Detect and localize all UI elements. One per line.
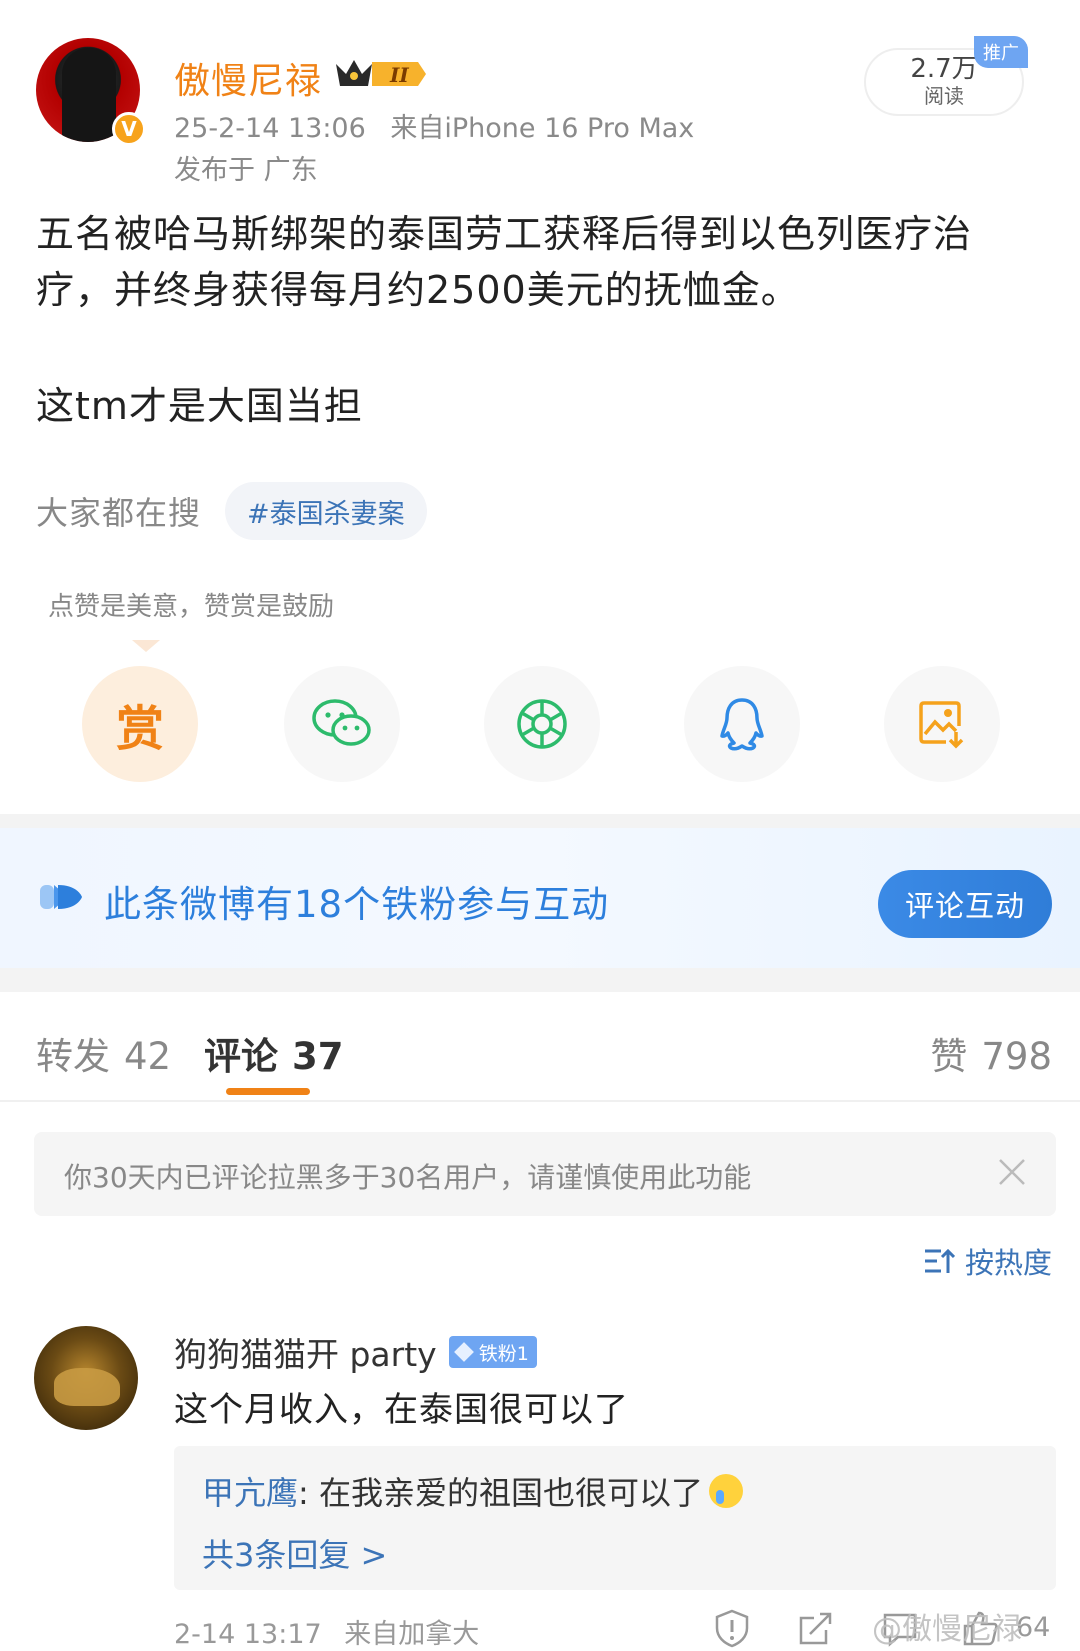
verified-badge-icon: V xyxy=(112,112,146,146)
reads-label: 阅读 xyxy=(924,84,964,108)
tab-comments[interactable]: 评论 37 xyxy=(204,1026,344,1080)
post-text: 五名被哈马斯绑架的泰国劳工获释后得到以色列医疗治疗，并终身获得每月约2500美元… xyxy=(36,212,973,312)
reward-note: 点赞是美意，赞赏是鼓励 xyxy=(48,592,335,622)
active-tab-indicator xyxy=(226,1088,310,1095)
reply-line: 甲亢鹰: 在我亲爱的祖国也很可以了 xyxy=(202,1468,743,1514)
commenter-name[interactable]: 狗狗猫猫开 party xyxy=(174,1328,437,1376)
crying-emoji-icon xyxy=(708,1474,743,1508)
comment-interact-button[interactable]: 评论互动 xyxy=(878,870,1052,938)
commenter-avatar[interactable] xyxy=(34,1326,138,1430)
comment-time: 2-14 13:17 xyxy=(174,1619,322,1650)
notice-text: 你30天内已评论拉黑多于30名用户，请谨慎使用此功能 xyxy=(64,1161,752,1194)
report-icon[interactable] xyxy=(712,1608,752,1648)
fan-badge-label: 铁粉1 xyxy=(478,1342,529,1365)
view-replies-link[interactable]: 共3条回复 > xyxy=(202,1530,387,1576)
reward-note-arrow xyxy=(132,640,160,652)
svg-text:II: II xyxy=(389,63,409,87)
reply-preview[interactable]: 甲亢鹰: 在我亲爱的祖国也很可以了 共3条回复 > xyxy=(174,1446,1056,1590)
diamond-icon xyxy=(453,1342,474,1362)
block-warning-notice: 你30天内已评论拉黑多于30名用户，请谨慎使用此功能 xyxy=(34,1132,1056,1216)
section-divider xyxy=(0,814,1080,828)
section-divider-bottom xyxy=(0,968,1080,992)
qq-icon xyxy=(720,698,764,751)
tab-repost-count: 42 xyxy=(124,1035,172,1078)
post-source: 来自iPhone 16 Pro Max xyxy=(390,113,695,144)
post-meta: 25-2-14 13:06 来自iPhone 16 Pro Max xyxy=(174,106,694,145)
tab-likes-count: 798 xyxy=(981,1035,1052,1078)
fans-interaction-icon xyxy=(40,885,82,909)
comment-source: 来自加拿大 xyxy=(344,1619,480,1650)
hot-search-row: 大家都在搜 #泰国杀妻案 xyxy=(36,482,427,540)
moments-icon xyxy=(517,699,567,749)
sort-by-hot-button[interactable]: 按热度 xyxy=(923,1240,1052,1282)
reply-text: : 在我亲爱的祖国也很可以了 xyxy=(298,1474,703,1512)
tab-repost-label: 转发 xyxy=(36,1035,110,1078)
reward-button[interactable]: 赏 xyxy=(82,666,198,782)
comment-text: 这个月收入，在泰国很可以了 xyxy=(174,1390,629,1430)
wechat-icon xyxy=(312,699,371,746)
promo-tag: 推广 xyxy=(974,36,1028,68)
tab-likes[interactable]: 赞 798 xyxy=(930,1026,1052,1080)
share-wechat-button[interactable] xyxy=(284,666,400,782)
tab-comments-count: 37 xyxy=(292,1035,344,1078)
reply-author[interactable]: 甲亢鹰 xyxy=(202,1468,298,1514)
post-tabs: 转发 42 评论 37 赞 798 xyxy=(0,992,1080,1102)
hot-search-topic[interactable]: #泰国杀妻案 xyxy=(225,482,427,540)
weibo-watermark: @傲慢尼禄 xyxy=(872,1612,1022,1647)
fans-banner-text: 此条微博有18个铁粉参与互动 xyxy=(104,883,610,926)
commenter-name-row: 狗狗猫猫开 party 铁粉1 xyxy=(174,1328,537,1376)
sort-icon xyxy=(924,1248,955,1273)
author-avatar[interactable]: V xyxy=(36,38,146,146)
author-name[interactable]: 傲慢尼禄 xyxy=(174,52,322,104)
close-icon[interactable] xyxy=(994,1154,1030,1190)
post-header: V 傲慢尼禄 II 25-2-14 13:06 来自iPhone 16 Pro … xyxy=(36,36,1052,186)
reward-icon: 赏 xyxy=(115,701,164,757)
save-image-icon xyxy=(919,701,964,749)
sort-label: 按热度 xyxy=(964,1246,1052,1280)
fans-banner[interactable]: 此条微博有18个铁粉参与互动 评论互动 xyxy=(0,828,1080,968)
share-comment-icon[interactable] xyxy=(796,1608,836,1648)
share-qq-button[interactable] xyxy=(684,666,800,782)
save-image-button[interactable] xyxy=(884,666,1000,782)
share-moments-button[interactable] xyxy=(484,666,600,782)
fan-badge: 铁粉1 xyxy=(448,1336,537,1368)
crown-level-icon[interactable]: II xyxy=(332,56,428,92)
tab-repost[interactable]: 转发 42 xyxy=(36,1026,171,1080)
tab-likes-label: 赞 xyxy=(930,1035,968,1078)
hot-search-label: 大家都在搜 xyxy=(36,494,202,532)
comment-meta: 2-14 13:17 来自加拿大 xyxy=(174,1612,479,1651)
tab-comments-label: 评论 xyxy=(204,1035,278,1078)
post-text-second: 这tm才是大国当担 xyxy=(36,384,363,428)
post-time: 25-2-14 13:06 xyxy=(174,113,366,144)
post-location: 发布于 广东 xyxy=(174,155,318,186)
